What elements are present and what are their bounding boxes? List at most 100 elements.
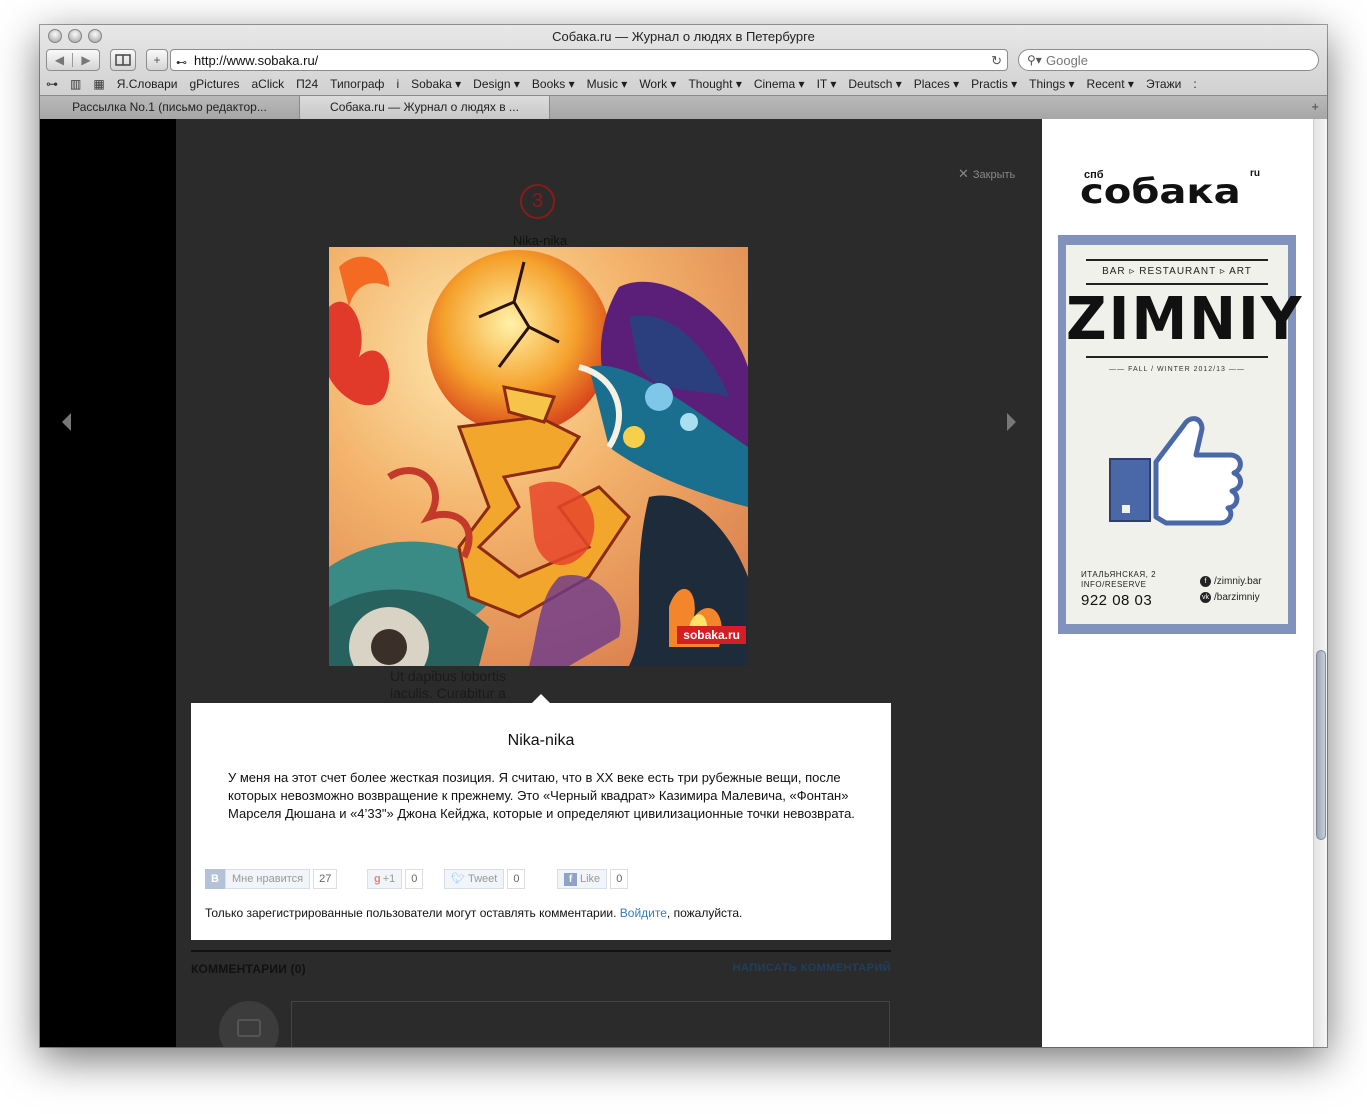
site-favicon-icon: ⊷ (176, 57, 187, 69)
zimniy-banner[interactable]: BAR ▹ RESTAURANT ▹ ART ZIMNIY —— FALL / … (1058, 235, 1304, 634)
facebook-like-label: Like (580, 873, 601, 885)
bookmark-folder[interactable]: Work ▾ (633, 77, 682, 91)
bookmark-item[interactable]: gPictures (183, 77, 245, 91)
bookmark-folder[interactable]: Design ▾ (467, 77, 526, 91)
banner-season: —— FALL / WINTER 2012/13 —— (1109, 366, 1245, 373)
left-margin (40, 119, 176, 1047)
comment-input[interactable] (291, 1001, 890, 1047)
previous-slide-arrow-icon[interactable] (62, 413, 71, 431)
vk-like-label: Мне нравится (225, 869, 311, 889)
bookmark-folder[interactable]: Cinema ▾ (748, 77, 811, 91)
bookmark-folder[interactable]: Places ▾ (908, 77, 965, 91)
login-notice-text: Только зарегистрированные пользователи м… (205, 906, 620, 920)
reload-icon[interactable]: ↻ (991, 51, 1002, 71)
banner-street: ИТАЛЬЯНСКАЯ, 2 (1081, 570, 1157, 579)
login-notice-suffix: , пожалуйста. (666, 906, 743, 920)
tab-sobaka[interactable]: Собака.ru — Журнал о людях в ... (300, 96, 550, 119)
bookmark-folder[interactable]: Music ▾ (581, 77, 634, 91)
banner-facebook-handle: /zimniy.bar (1214, 576, 1262, 587)
image-brand-badge: sobaka.ru (677, 626, 746, 644)
logo-wordmark: собака (1080, 172, 1241, 212)
slide-number-badge: 3 (520, 184, 555, 219)
sobaka-logo[interactable]: спб собака ru (1080, 168, 1280, 212)
write-comment-link[interactable]: НАПИСАТЬ КОММЕНТАРИЙ (733, 962, 891, 974)
tweet-count: 0 (507, 869, 526, 889)
open-book-icon[interactable]: ▥ (64, 77, 87, 91)
bookmark-item[interactable]: Я.Словари (111, 77, 184, 91)
banner-info-label: INFO/RESERVE (1081, 580, 1147, 589)
banner-phone: 922 08 03 (1081, 592, 1153, 609)
bookmark-item[interactable]: aClick (246, 77, 291, 91)
search-placeholder: Google (1046, 53, 1088, 68)
bookmark-item[interactable]: П24 (290, 77, 324, 91)
next-slide-arrow-icon[interactable] (1007, 413, 1016, 431)
bookmark-folder[interactable]: Practis ▾ (965, 77, 1023, 91)
bookmarks-button[interactable] (110, 49, 136, 71)
tweet-button: 🐦︎ Tweet (444, 869, 505, 889)
bookmark-folder[interactable]: IT ▾ (811, 77, 843, 91)
bookmark-folder[interactable]: Things ▾ (1023, 77, 1080, 91)
address-bar[interactable]: ⊷ http://www.sobaka.ru/ ↻ (170, 49, 1008, 71)
new-tab-icon[interactable]: + (1311, 99, 1319, 114)
bookmarks-bar: ⊶ ▥ ▦ Я.Словари gPictures aClick П24 Тип… (40, 75, 1327, 93)
bookmark-folder[interactable]: Deutsch ▾ (842, 77, 907, 91)
banner-divider (1086, 356, 1268, 358)
bookmark-folder[interactable]: Recent ▾ (1081, 77, 1140, 91)
navigation-toolbar: ◀ ▶ + ⊷ http://www.sobaka.ru/ ↻ ⚲▾ Googl… (40, 49, 1327, 73)
reading-glasses-icon[interactable]: ⊶ (40, 77, 64, 91)
bookmark-overflow[interactable]: : (1187, 77, 1202, 91)
bookmark-folder[interactable]: Sobaka ▾ (405, 77, 467, 91)
back-button[interactable]: ◀ (47, 53, 73, 67)
thumbs-up-icon (1109, 416, 1243, 526)
comments-title: КОММЕНТАРИИ (0) (191, 962, 306, 976)
tweet-label: Tweet (467, 873, 498, 885)
tab-bar: Рассылка No.1 (письмо редактор... Собака… (40, 95, 1327, 119)
page-content: ✕ Закрыть 3 Nika-nika sobaka.ru Ut dapib… (40, 119, 1327, 1047)
artwork-illustration (329, 247, 748, 666)
gallery-image[interactable]: sobaka.ru (329, 247, 748, 666)
user-placeholder-icon (237, 1019, 261, 1037)
add-bookmark-button[interactable]: + (146, 49, 168, 71)
popup-pointer (532, 694, 550, 703)
twitter-bird-icon: 🐦︎ (451, 873, 465, 885)
comments-header: КОММЕНТАРИИ (0) НАПИСАТЬ КОММЕНТАРИЙ (191, 950, 891, 976)
banner-title: ZIMNIY (1066, 285, 1304, 354)
search-icon: ⚲▾ (1027, 53, 1042, 67)
tweet-widget[interactable]: 🐦︎ Tweet 0 (444, 869, 526, 889)
gplus-button: g +1 (367, 869, 403, 889)
bookmark-item[interactable]: Типограф (324, 77, 390, 91)
close-gallery-button[interactable]: ✕ Закрыть (958, 166, 1015, 182)
banner-address: ИТАЛЬЯНСКАЯ, 2 INFO/RESERVE (1081, 570, 1156, 590)
back-forward-group: ◀ ▶ (46, 49, 100, 71)
gplus-widget[interactable]: g +1 0 (367, 869, 424, 889)
forward-button[interactable]: ▶ (73, 53, 99, 67)
slide-caption: Ut dapibus lobortis iaculis. Curabitur a (390, 668, 506, 701)
window-title: Собака.ru — Журнал о людях в Петербурге (552, 29, 815, 44)
close-label: Закрыть (972, 169, 1016, 181)
login-link[interactable]: Войдите (620, 906, 667, 920)
vk-like-widget[interactable]: В Мне нравится 27 (205, 869, 338, 889)
bookmark-item[interactable]: Этажи (1140, 77, 1187, 91)
gplus-label: +1 (382, 873, 396, 885)
scrollbar-thumb[interactable] (1316, 650, 1326, 840)
gplus-count: 0 (405, 869, 424, 889)
facebook-like-count: 0 (610, 869, 629, 889)
banner-vk-handle: /barzimniy (1214, 592, 1260, 603)
banner-tagline: BAR ▹ RESTAURANT ▹ ART (1102, 266, 1252, 277)
banner-divider (1086, 259, 1268, 261)
logo-domain: ru (1250, 168, 1260, 179)
popup-body-text: У меня на этот счет более жесткая позици… (228, 770, 855, 821)
slide-info-popup: Nika-nika У меня на этот счет более жест… (191, 703, 891, 940)
search-input[interactable]: ⚲▾ Google (1018, 49, 1319, 71)
bookmark-folder[interactable]: Books ▾ (526, 77, 581, 91)
facebook-like-widget[interactable]: f Like 0 (557, 869, 629, 889)
grid-icon[interactable]: ▦ (87, 77, 110, 91)
vertical-scrollbar[interactable] (1313, 119, 1327, 1047)
banner-vk: vk/barzimniy (1200, 592, 1260, 603)
bookmark-item[interactable]: i (390, 77, 405, 91)
bookmark-folder[interactable]: Thought ▾ (682, 77, 747, 91)
tab-newsletter[interactable]: Рассылка No.1 (письмо редактор... (40, 96, 300, 119)
browser-chrome: Собака.ru — Журнал о людях в Петербурге … (40, 25, 1327, 119)
banner-facebook: f/zimniy.bar (1200, 576, 1262, 587)
vk-like-count: 27 (313, 869, 338, 889)
